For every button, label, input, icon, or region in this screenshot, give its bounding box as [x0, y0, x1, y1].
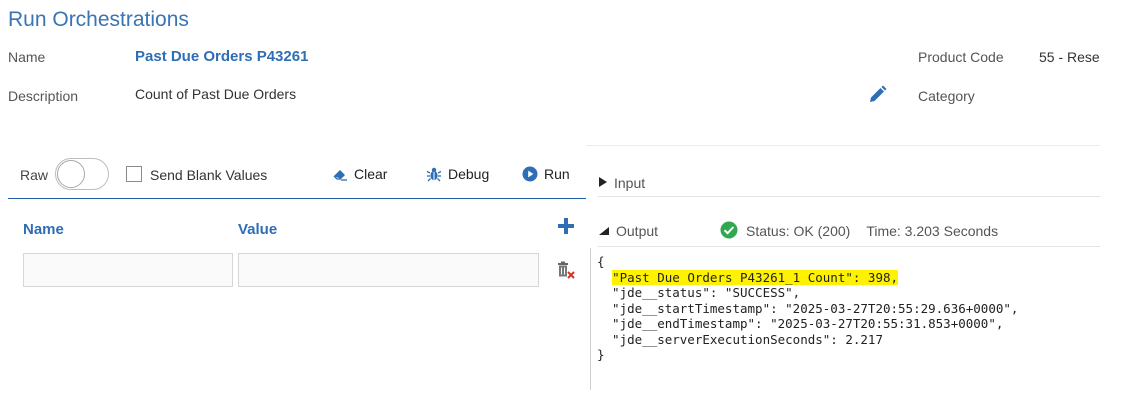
category-label: Category [918, 88, 975, 104]
input-name-field[interactable] [23, 253, 233, 287]
triangle-down-icon [598, 223, 610, 239]
json-highlight: "Past Due Orders P43261_1 Count": 398, [612, 269, 899, 285]
play-circle-icon [522, 166, 538, 182]
send-blank-values-label: Send Blank Values [150, 167, 268, 183]
json-line: "jde__serverExecutionSeconds": 2.217 [597, 331, 883, 347]
output-section-label: Output [616, 223, 659, 239]
json-line: "jde__startTimestamp": "2025-03-27T20:55… [597, 300, 1019, 316]
send-blank-values-checkbox[interactable] [126, 166, 142, 182]
plus-icon[interactable] [557, 217, 575, 235]
divider [586, 145, 1100, 146]
input-section-label: Input [614, 175, 646, 191]
product-code-value: 55 - Rese [1039, 49, 1100, 65]
check-circle-icon [720, 221, 738, 242]
pencil-icon[interactable] [866, 84, 888, 106]
debug-button[interactable]: Debug [426, 160, 489, 188]
orchestration-description: Count of Past Due Orders [135, 86, 297, 102]
name-label: Name [8, 49, 46, 65]
output-json-panel: { "Past Due Orders P43261_1 Count": 398,… [590, 248, 1101, 390]
raw-toggle[interactable] [55, 158, 109, 190]
eraser-icon [332, 166, 348, 182]
run-label: Run [544, 166, 570, 182]
status-text: Status: OK (200) [746, 223, 851, 239]
clear-button[interactable]: Clear [332, 160, 387, 188]
input-value-field[interactable] [238, 253, 539, 287]
output-json: { "Past Due Orders P43261_1 Count": 398,… [597, 254, 1018, 363]
page-title: Run Orchestrations [8, 8, 189, 31]
product-code-label: Product Code [918, 49, 1004, 65]
column-header-name: Name [23, 221, 64, 238]
debug-label: Debug [448, 166, 490, 182]
run-button[interactable]: Run [522, 160, 570, 188]
toolbar: Raw Send Blank Values Clear Debug Run [8, 150, 586, 199]
bug-icon [426, 166, 442, 182]
description-label: Description [8, 88, 79, 104]
triangle-right-icon [598, 175, 608, 191]
clear-label: Clear [354, 166, 388, 182]
json-line: "jde__status": "SUCCESS", [597, 285, 801, 300]
raw-label: Raw [20, 167, 49, 183]
output-section-header[interactable]: Output Status: OK (200) Time: 3.203 Seco… [598, 216, 1100, 247]
time-text: Time: 3.203 Seconds [866, 223, 999, 239]
json-line: } [597, 347, 605, 362]
toggle-knob [57, 160, 85, 188]
json-line: "jde__endTimestamp": "2025-03-27T20:55:3… [597, 316, 1004, 331]
status-badge: Status: OK (200) [720, 221, 850, 242]
input-section-header[interactable]: Input [598, 170, 1100, 197]
column-header-value: Value [238, 221, 278, 238]
delete-row-icon[interactable] [556, 260, 576, 280]
json-line: { [597, 254, 605, 269]
orchestration-name: Past Due Orders P43261 [135, 48, 309, 65]
